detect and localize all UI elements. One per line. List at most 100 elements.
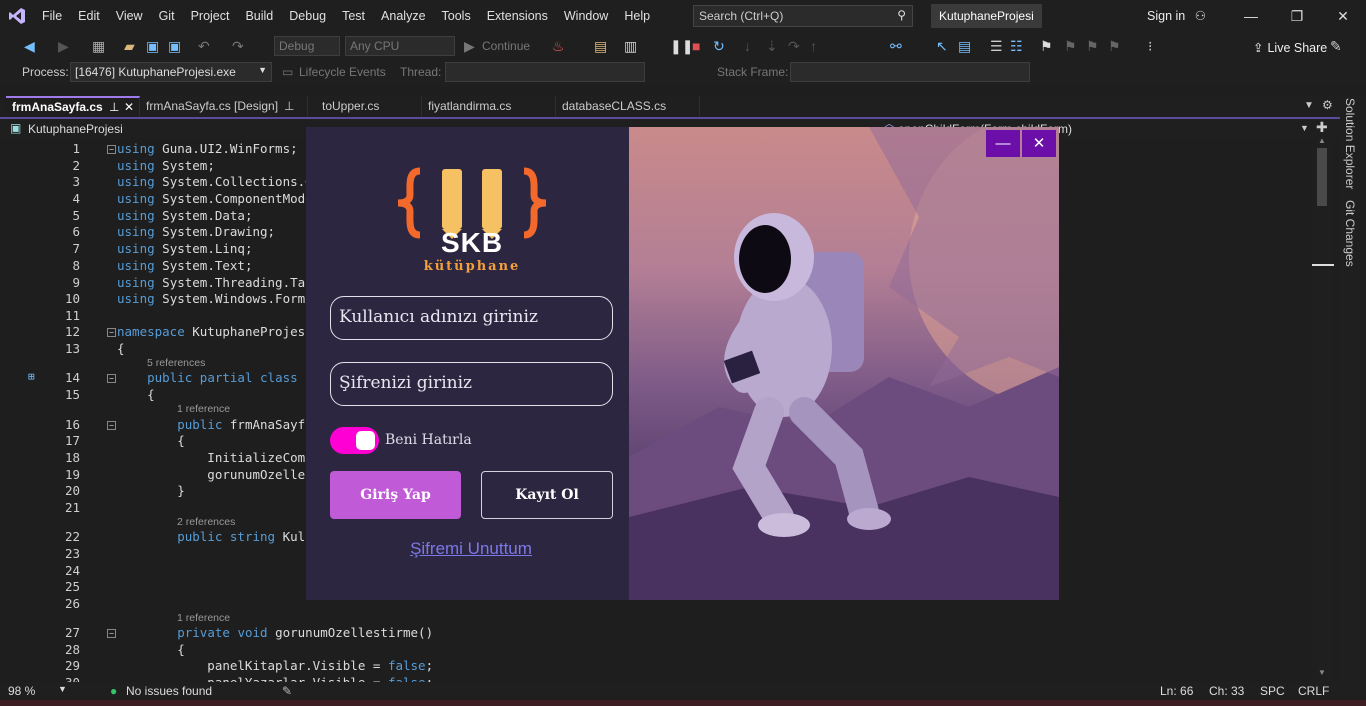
menu-git[interactable]: Git bbox=[151, 0, 183, 32]
collapse-icon[interactable]: − bbox=[107, 629, 116, 638]
code-line[interactable]: using System.Threading.Tas bbox=[117, 275, 313, 290]
column-number[interactable]: Ch: 33 bbox=[1209, 684, 1244, 698]
tab-toupper-cs[interactable]: toUpper.cs bbox=[316, 96, 422, 118]
username-field[interactable]: Kullanıcı adınızı giriniz bbox=[330, 296, 613, 340]
code-line[interactable]: public frmAnaSayfa bbox=[117, 417, 312, 432]
restore-icon[interactable]: ❐ bbox=[1274, 0, 1320, 32]
step-out-icon[interactable]: ↷ bbox=[788, 38, 800, 55]
save-all-icon[interactable]: ▣ bbox=[168, 38, 181, 55]
continue-button[interactable]: Continue bbox=[482, 39, 530, 53]
code-line[interactable]: InitializeComp bbox=[117, 450, 312, 465]
scroll-down-icon[interactable]: ▼ bbox=[1318, 668, 1326, 677]
code-line[interactable]: using System; bbox=[117, 158, 215, 173]
new-item-icon[interactable]: ▦ bbox=[92, 38, 105, 55]
stack-frame-select[interactable] bbox=[790, 62, 1030, 82]
pin-icon[interactable]: ⊥ bbox=[109, 98, 119, 116]
save-icon[interactable]: ▣ bbox=[146, 38, 159, 55]
menu-debug[interactable]: Debug bbox=[281, 0, 334, 32]
forward-icon[interactable]: ▶ bbox=[58, 38, 69, 55]
code-line[interactable]: using System.Data; bbox=[117, 208, 252, 223]
menu-window[interactable]: Window bbox=[556, 0, 616, 32]
search-input[interactable]: Search (Ctrl+Q) ⚲ bbox=[693, 5, 913, 27]
back-icon[interactable]: ◀ bbox=[24, 38, 35, 55]
code-line[interactable]: using System.Collections.G bbox=[117, 174, 313, 189]
menu-view[interactable]: View bbox=[108, 0, 151, 32]
hot-reload-icon[interactable]: ♨ bbox=[552, 38, 565, 55]
code-line[interactable]: public string Kull bbox=[117, 529, 312, 544]
live-tree-icon[interactable]: ▤ bbox=[958, 38, 971, 55]
code-line[interactable]: public partial class f bbox=[117, 370, 313, 385]
lifecycle-icon[interactable]: ▭ bbox=[282, 65, 293, 79]
solution-explorer-tab[interactable]: Solution Explorer bbox=[1343, 98, 1357, 189]
open-folder-icon[interactable]: ▰ bbox=[124, 38, 135, 55]
menu-edit[interactable]: Edit bbox=[70, 0, 108, 32]
line-number[interactable]: Ln: 66 bbox=[1160, 684, 1193, 698]
step-back-icon[interactable]: ↑ bbox=[810, 38, 817, 54]
code-line[interactable]: { bbox=[117, 433, 185, 448]
code-line[interactable]: { bbox=[117, 341, 125, 356]
code-line[interactable]: using Guna.UI2.WinForms; bbox=[117, 141, 298, 156]
menu-analyze[interactable]: Analyze bbox=[373, 0, 433, 32]
thread-select[interactable] bbox=[445, 62, 645, 82]
minimize-icon[interactable]: — bbox=[1228, 0, 1274, 32]
step-into-icon[interactable]: ↓ bbox=[744, 38, 751, 54]
browse-icon[interactable]: ▤ bbox=[594, 38, 607, 55]
issues-status[interactable]: No issues found bbox=[126, 684, 212, 698]
code-line[interactable]: using System.Windows.Forms bbox=[117, 291, 313, 306]
cleanup-icon[interactable]: ✎ bbox=[282, 684, 292, 698]
configuration-select[interactable]: Debug bbox=[274, 36, 340, 56]
menu-file[interactable]: File bbox=[34, 0, 70, 32]
code-line[interactable]: using System.Linq; bbox=[117, 241, 252, 256]
scroll-up-icon[interactable]: ▲ bbox=[1318, 136, 1326, 145]
whitespace-mode[interactable]: SPC bbox=[1260, 684, 1285, 698]
menu-help[interactable]: Help bbox=[616, 0, 658, 32]
editor-scrollbar[interactable]: ▼ ▲ bbox=[1312, 136, 1334, 682]
code-line[interactable]: using System.ComponentMode bbox=[117, 191, 313, 206]
menu-tools[interactable]: Tools bbox=[434, 0, 479, 32]
bookmark-clear-icon[interactable]: ⚑ bbox=[1108, 38, 1121, 55]
close-tab-icon[interactable]: ✕ bbox=[124, 98, 134, 116]
tab-frmanasayfa-design[interactable]: frmAnaSayfa.cs [Design] ⊥ bbox=[140, 96, 308, 118]
play-icon[interactable]: ▶ bbox=[464, 38, 475, 55]
inherit-glyph-icon[interactable]: ⊞ bbox=[28, 370, 35, 383]
format-icon[interactable]: ☰ bbox=[990, 38, 1003, 55]
git-changes-tab[interactable]: Git Changes bbox=[1343, 200, 1357, 267]
menu-extensions[interactable]: Extensions bbox=[479, 0, 556, 32]
register-button[interactable]: Kayıt Ol bbox=[481, 471, 613, 519]
password-field[interactable]: Şifrenizi giriniz bbox=[330, 362, 613, 406]
code-line[interactable]: } bbox=[117, 483, 185, 498]
tab-fiyatlandirma-cs[interactable]: fiyatlandirma.cs bbox=[422, 96, 556, 118]
split-icon[interactable]: ✚ bbox=[1316, 119, 1328, 136]
sign-in-link[interactable]: Sign in ⚇ bbox=[1147, 8, 1206, 23]
close-icon[interactable]: ✕ bbox=[1022, 130, 1056, 157]
live-share-button[interactable]: ⇪ Live Share bbox=[1253, 40, 1327, 55]
collapse-icon[interactable]: − bbox=[107, 145, 116, 154]
stop-icon[interactable]: ■ bbox=[692, 38, 700, 54]
collapse-icon[interactable]: − bbox=[107, 374, 116, 383]
codelens-references[interactable]: 1 reference bbox=[177, 612, 230, 624]
code-line[interactable]: panelYazarlar.Visible = false; bbox=[117, 675, 433, 682]
pin-icon[interactable]: ⊥ bbox=[284, 96, 294, 117]
menu-test[interactable]: Test bbox=[334, 0, 373, 32]
remember-me-toggle[interactable] bbox=[330, 427, 379, 454]
tab-frmanasayfa-cs[interactable]: frmAnaSayfa.cs ⊥ ✕ bbox=[6, 96, 140, 118]
code-line[interactable]: using System.Text; bbox=[117, 258, 252, 273]
codelens-references[interactable]: 5 references bbox=[147, 357, 205, 369]
menu-build[interactable]: Build bbox=[237, 0, 281, 32]
codelens-references[interactable]: 2 references bbox=[177, 516, 235, 528]
bookmark-prev-icon[interactable]: ⚑ bbox=[1064, 38, 1077, 55]
chevron-down-icon[interactable]: ▼ bbox=[58, 684, 67, 694]
undo-icon[interactable]: ↶ bbox=[198, 38, 210, 55]
minimize-icon[interactable]: — bbox=[986, 130, 1020, 157]
account-icon[interactable]: ⚇ bbox=[1195, 9, 1206, 23]
code-line[interactable]: using System.Drawing; bbox=[117, 224, 275, 239]
collapse-icon[interactable]: − bbox=[107, 328, 116, 337]
step-over-icon[interactable]: ⇣ bbox=[766, 38, 778, 55]
window-layout-icon[interactable]: ▥ bbox=[624, 38, 637, 55]
code-line[interactable]: namespace KutuphaneProjesi bbox=[117, 324, 313, 339]
toolbar-overflow-icon[interactable]: ⁝ bbox=[1148, 38, 1152, 55]
tab-databaseclass-cs[interactable]: databaseCLASS.cs bbox=[556, 96, 700, 118]
pause-icon[interactable]: ❚❚ bbox=[670, 38, 693, 55]
feedback-icon[interactable]: ✎ bbox=[1330, 38, 1342, 55]
code-line[interactable]: gorunumOzelles bbox=[117, 467, 312, 482]
